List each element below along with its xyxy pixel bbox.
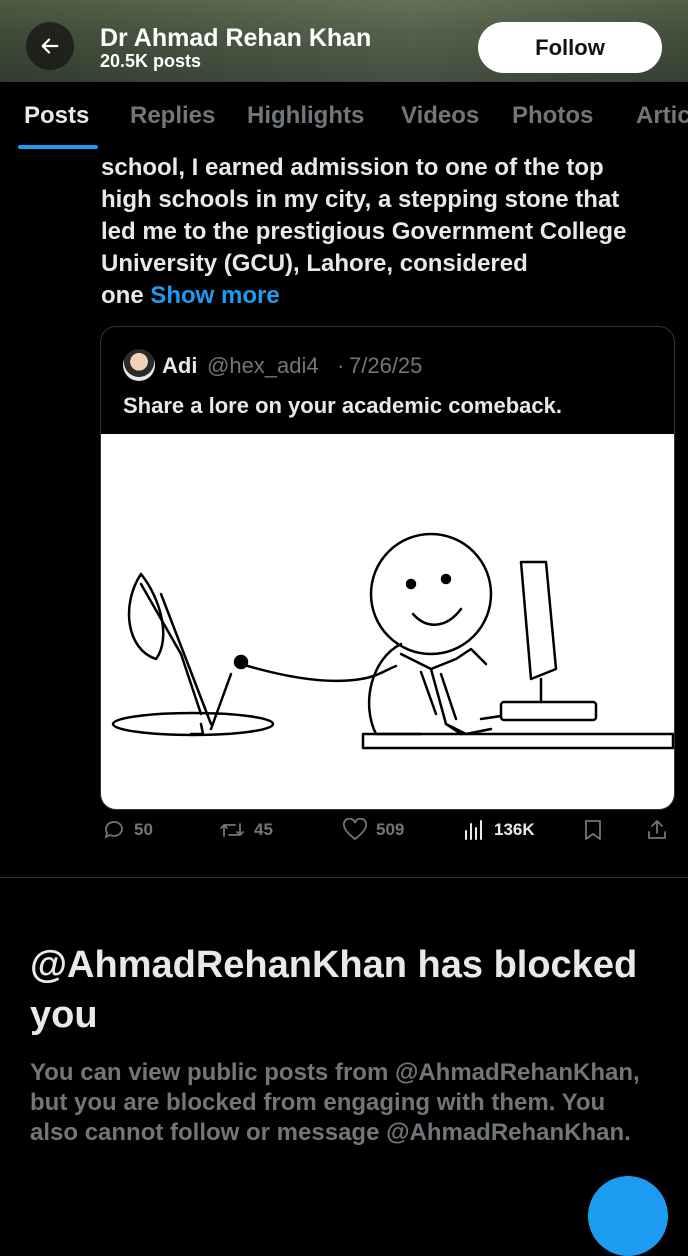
views-count: 136K [494,820,535,839]
repost-icon [220,823,244,837]
post-line: school, I earned admission to one of the… [101,154,604,181]
tab-videos[interactable]: Videos [401,102,479,130]
share-button[interactable] [646,818,668,842]
tab-photos[interactable]: Photos [512,102,593,130]
comment-icon [104,821,123,839]
quoted-author-name: Adi [162,353,198,378]
share-icon [648,820,666,839]
follow-button[interactable]: Follow [478,22,662,73]
bookmark-icon [585,820,601,840]
active-tab-indicator [18,145,98,149]
arrow-left-icon [41,38,59,54]
post-text: school, I earned admission to one of the… [101,152,671,312]
tab-articles[interactable]: Artic [636,102,688,130]
blocked-description: You can view public posts from @AhmadReh… [30,1059,640,1146]
repost-count: 45 [254,820,273,839]
views-button[interactable]: 136K [462,818,535,842]
back-button[interactable] [26,22,74,70]
reply-button[interactable]: 50 [102,818,153,842]
reply-count: 50 [134,820,153,839]
heart-icon [343,818,367,841]
like-button[interactable]: 509 [342,818,404,842]
tab-highlights[interactable]: Highlights [247,102,364,130]
post-last-word: one [101,282,144,309]
profile-header: Dr Ahmad Rehan Khan 20.5K posts Follow [0,0,688,82]
quoted-post-image[interactable] [101,434,674,809]
repost-button[interactable]: 45 [218,818,273,842]
section-divider [0,877,688,878]
quoted-author-handle: @hex_adi4 [207,353,319,378]
views-icon [465,820,482,840]
avatar[interactable] [123,349,155,381]
profile-name: Dr Ahmad Rehan Khan [100,24,372,52]
like-count: 509 [376,820,405,839]
quoted-post-date: 7/26/25 [349,353,423,378]
post-line: high schools in my city, a stepping ston… [101,186,620,213]
post-line: University (GCU), Lahore, considered [101,250,528,277]
tab-posts[interactable]: Posts [24,102,89,130]
compose-button[interactable] [588,1176,668,1256]
post-line: led me to the prestigious Government Col… [101,218,627,245]
post-line: one Show more [101,280,671,312]
tab-replies[interactable]: Replies [130,102,215,130]
profile-tabs: Posts Replies Highlights Videos Photos A… [0,82,688,152]
show-more-link[interactable]: Show more [150,282,279,309]
quoted-post[interactable]: Adi @hex_adi4 · 7/26/25 Share a lore on … [100,326,675,810]
separator-dot: · [337,353,345,378]
posts-count: 20.5K posts [100,51,202,71]
bookmark-button[interactable] [582,818,604,842]
blocked-title: @AhmadRehanKhan has blocked you [30,944,638,1036]
quoted-post-text: Share a lore on your academic comeback. [123,393,562,418]
stick-figure-drawing [111,532,674,750]
post-actions: 50 45 509 136K [0,818,688,854]
